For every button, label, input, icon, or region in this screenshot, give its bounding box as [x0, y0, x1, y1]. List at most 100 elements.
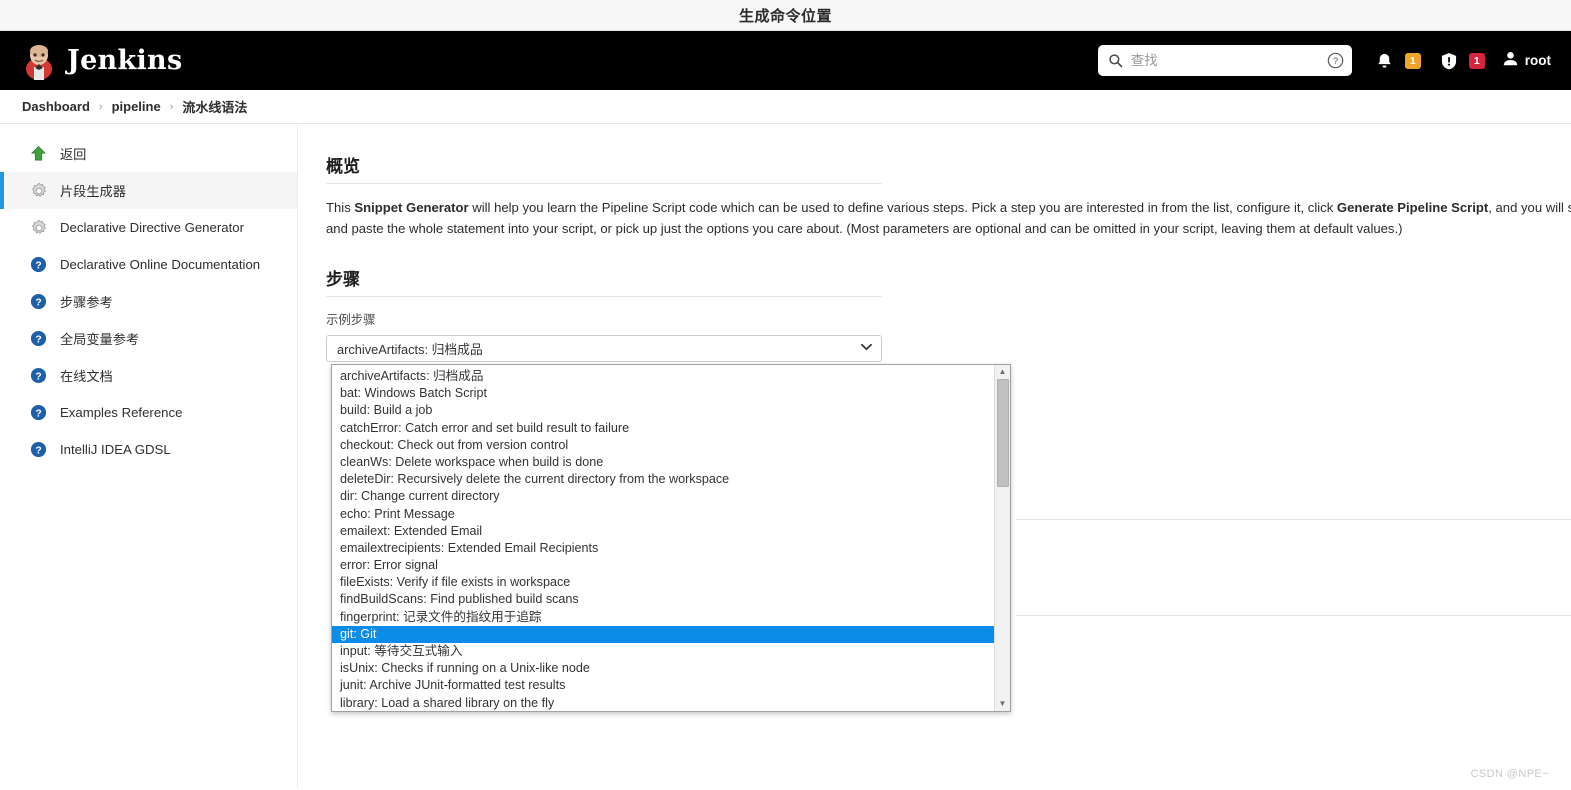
breadcrumb-item-pipeline-syntax[interactable]: 流水线语法	[182, 97, 247, 116]
sample-step-label: 示例步骤	[326, 313, 376, 327]
dropdown-option-selected[interactable]: git: Git	[332, 625, 994, 643]
security-badge[interactable]: 1	[1468, 52, 1485, 69]
overview-text-2: will help you learn the Pipeline Script …	[468, 200, 1337, 215]
dropdown-option[interactable]: input: 等待交互式输入	[332, 643, 994, 660]
sidebar-item-label: IntelliJ IDEA GDSL	[60, 442, 171, 457]
help-icon: ?	[29, 329, 48, 348]
overview-text-1: This	[326, 200, 355, 215]
dropdown-option[interactable]: deleteDir: Recursively delete the curren…	[332, 471, 994, 488]
svg-text:?: ?	[35, 408, 41, 419]
svg-text:?: ?	[35, 260, 41, 271]
svg-text:?: ?	[35, 297, 41, 308]
dropdown-option[interactable]: fileExists: Verify if file exists in wor…	[332, 574, 994, 591]
watermark: CSDN @NPE~	[1470, 768, 1549, 780]
overview-divider	[326, 183, 882, 184]
window-title: 生成命令位置	[738, 7, 832, 25]
snippet-generator-emphasis: Snippet Generator	[354, 200, 469, 215]
search-input[interactable]	[1130, 53, 1319, 68]
sidebar-item-label: Examples Reference	[60, 405, 183, 420]
gear-icon	[29, 218, 48, 237]
notifications-bell-icon[interactable]	[1374, 50, 1395, 72]
jenkins-logo-link[interactable]: Jenkins	[22, 42, 182, 80]
dropdown-option[interactable]: echo: Print Message	[332, 506, 994, 523]
help-icon: ?	[29, 403, 48, 422]
dropdown-option[interactable]: findBuildScans: Find published build sca…	[332, 591, 994, 608]
dropdown-option[interactable]: checkout: Check out from version control	[332, 437, 994, 454]
steps-section: 步骤 示例步骤 archiveArtifacts: 归档成品 archiveAr…	[326, 265, 1571, 712]
help-icon: ?	[29, 292, 48, 311]
breadcrumb-item-pipeline[interactable]: pipeline	[112, 99, 161, 114]
generate-pipeline-script-emphasis: Generate Pipeline Script	[1336, 200, 1489, 215]
dropdown-option[interactable]: dir: Change current directory	[332, 488, 994, 505]
notifications-badge[interactable]: 1	[1404, 52, 1421, 69]
security-shield-icon[interactable]	[1439, 50, 1459, 72]
help-circle-icon[interactable]: ?	[1327, 52, 1344, 69]
overview-paragraph: This Snippet Generator will help you lea…	[326, 197, 1571, 239]
avatar-person-icon	[1502, 50, 1519, 72]
content-divider-lower	[1016, 615, 1571, 616]
content-divider-upper	[1016, 519, 1571, 520]
svg-text:?: ?	[1333, 56, 1338, 67]
sidebar-item-label: Declarative Directive Generator	[60, 220, 244, 235]
header-icon-group: 1 1	[1374, 50, 1485, 72]
user-name: root	[1524, 53, 1551, 68]
help-icon: ?	[29, 366, 48, 385]
help-icon: ?	[29, 440, 48, 459]
sidebar-item-examples-reference[interactable]: ? Examples Reference	[0, 394, 297, 431]
breadcrumb-separator: ›	[98, 100, 103, 113]
sidebar-item-back[interactable]: 返回	[0, 135, 297, 172]
scroll-up-arrow-icon[interactable]: ▲	[999, 365, 1007, 379]
sidebar-item-step-reference[interactable]: ? 步骤参考	[0, 283, 297, 320]
scroll-down-arrow-icon[interactable]: ▼	[999, 697, 1007, 711]
sample-step-select[interactable]: archiveArtifacts: 归档成品	[326, 335, 882, 362]
dropdown-option[interactable]: isUnix: Checks if running on a Unix-like…	[332, 660, 994, 677]
sidebar-item-snippet-generator[interactable]: 片段生成器	[0, 172, 297, 209]
breadcrumb-separator: ›	[169, 100, 174, 113]
breadcrumb: Dashboard › pipeline › 流水线语法	[0, 90, 1571, 124]
dropdown-option[interactable]: emailext: Extended Email	[332, 523, 994, 540]
overview-heading: 概览	[326, 157, 360, 176]
dropdown-scrollbar[interactable]: ▲ ▼	[994, 365, 1010, 711]
sidebar-item-global-variable-reference[interactable]: ? 全局变量参考	[0, 320, 297, 357]
svg-text:?: ?	[35, 371, 41, 382]
sidebar-item-declarative-directive-generator[interactable]: Declarative Directive Generator	[0, 209, 297, 246]
dropdown-option[interactable]: emailextrecipients: Extended Email Recip…	[332, 540, 994, 557]
sidebar-item-label: 步骤参考	[60, 295, 113, 310]
dropdown-option[interactable]: fingerprint: 记录文件的指纹用于追踪	[332, 609, 994, 626]
dropdown-option-list[interactable]: archiveArtifacts: 归档成品 bat: Windows Batc…	[332, 365, 994, 711]
breadcrumb-item-dashboard[interactable]: Dashboard	[22, 99, 90, 114]
svg-text:?: ?	[35, 445, 41, 456]
dropdown-option[interactable]: archiveArtifacts: 归档成品	[332, 368, 994, 385]
sidebar-item-label: 片段生成器	[60, 184, 126, 199]
sample-step-dropdown[interactable]: archiveArtifacts: 归档成品 bat: Windows Batc…	[331, 364, 1011, 712]
sidebar-item-intellij-idea-gdsl[interactable]: ? IntelliJ IDEA GDSL	[0, 431, 297, 468]
up-arrow-icon	[29, 144, 48, 163]
jenkins-brand-text: Jenkins	[67, 45, 183, 76]
search-icon	[1108, 53, 1123, 68]
dropdown-option[interactable]: cleanWs: Delete workspace when build is …	[332, 454, 994, 471]
gear-icon	[29, 181, 48, 200]
sidebar: 返回 片段生成器 Declarative Directive Generator	[0, 124, 298, 789]
chevron-down-icon	[861, 343, 872, 354]
sidebar-item-label: 全局变量参考	[60, 332, 140, 347]
sample-step-select-value: archiveArtifacts: 归档成品	[337, 342, 483, 357]
jenkins-header: Jenkins ? 1	[0, 31, 1571, 90]
dropdown-option[interactable]: bat: Windows Batch Script	[332, 385, 994, 402]
dropdown-option[interactable]: library: Load a shared library on the fl…	[332, 695, 994, 711]
help-icon: ?	[29, 255, 48, 274]
search-box[interactable]: ?	[1097, 45, 1352, 76]
svg-text:?: ?	[35, 334, 41, 345]
sidebar-item-declarative-online-documentation[interactable]: ? Declarative Online Documentation	[0, 246, 297, 283]
user-menu[interactable]: root	[1502, 50, 1551, 72]
sidebar-item-label: 在线文档	[60, 369, 113, 384]
dropdown-option[interactable]: junit: Archive JUnit-formatted test resu…	[332, 677, 994, 694]
main-content: 概览 This Snippet Generator will help you …	[298, 124, 1571, 789]
jenkins-butler-icon	[22, 42, 56, 80]
dropdown-option[interactable]: build: Build a job	[332, 402, 994, 419]
dropdown-option[interactable]: catchError: Catch error and set build re…	[332, 420, 994, 437]
steps-divider	[326, 296, 882, 297]
sidebar-item-label: Declarative Online Documentation	[60, 257, 261, 272]
dropdown-option[interactable]: error: Error signal	[332, 557, 994, 574]
sidebar-item-online-documentation[interactable]: ? 在线文档	[0, 357, 297, 394]
scrollbar-thumb[interactable]	[997, 379, 1009, 487]
